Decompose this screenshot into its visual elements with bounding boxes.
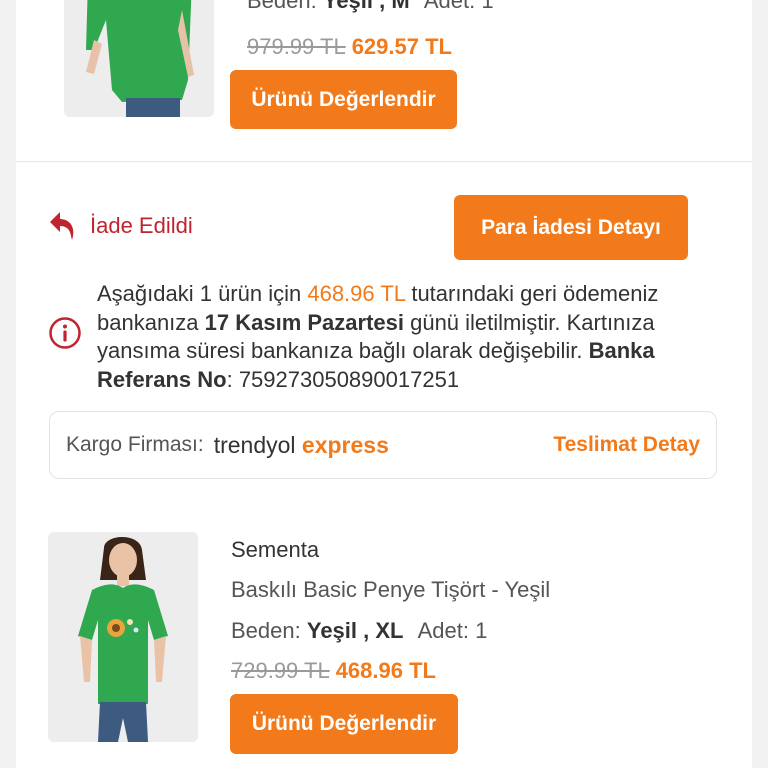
refund-date: 17 Kasım Pazartesi [204,309,404,335]
new-price: 468.96 TL [335,658,436,683]
refund-detail-button[interactable]: Para İadesi Detayı [454,195,688,260]
old-price: 979.99 TL [247,34,346,59]
review-product-button[interactable]: Ürünü Değerlendir [230,694,458,754]
quantity-value: 1 [475,618,488,643]
trendyol-express-logo: trendyol express [213,431,389,458]
refund-notice-text: Aşağıdaki 1 ürün için 468.96 TL tutarınd… [97,281,659,392]
price-line: 979.99 TL 629.57 TL [247,34,452,60]
size-value: Yeşil , XL [306,618,404,643]
refund-amount: 468.96 TL [307,281,406,306]
product-image-previous[interactable] [64,0,214,117]
bank-reference-value: : 759273050890017251 [226,366,460,392]
old-price: 729.99 TL [231,658,330,683]
cargo-company-box: Kargo Firması: trendyol express Teslimat… [49,411,717,479]
review-product-button[interactable]: Ürünü Değerlendir [230,70,457,129]
size-quantity-line: Beden: Yeşil , XL Adet: 1 [231,618,488,643]
product-photo [64,0,214,117]
product-name[interactable]: Baskılı Basic Penye Tişört - Yeşil [231,577,550,603]
price-line: 729.99 TL 468.96 TL [231,658,436,684]
order-item-card-previous: Beden: Yeşil , M Adet: 1 979.99 TL 629.57… [16,0,752,162]
return-arrow-icon [50,212,74,240]
size-quantity-line: Beden: Yeşil , M Adet: 1 [247,0,494,13]
cargo-company-label: Kargo Firması: [66,433,204,456]
info-icon [49,317,81,349]
refund-status: İade Edildi [48,210,193,242]
product-image[interactable] [48,532,198,742]
product-brand: Sementa [231,537,320,562]
product-photo [48,532,198,742]
new-price: 629.57 TL [351,34,452,59]
delivery-detail-link[interactable]: Teslimat Detay [553,433,700,457]
refund-status-label: İade Edildi [90,213,193,238]
